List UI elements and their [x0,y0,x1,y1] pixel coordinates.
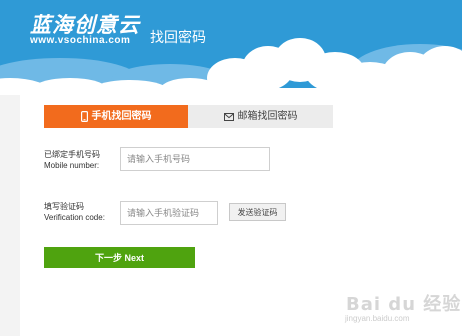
envelope-icon [223,112,234,121]
page-title: 找回密码 [150,29,206,45]
mobile-label-cn: 已绑定手机号码 [44,150,100,159]
code-label-en: Verification code: [44,213,105,222]
baidu-watermark-logo: Bai du 经验 [346,294,462,315]
site-url: www.vsochina.com [30,35,131,46]
verification-code-input[interactable] [120,201,218,225]
code-label-cn: 填写验证码 [44,202,84,211]
mobile-number-input[interactable] [120,147,270,171]
tab-label: 邮箱找回密码 [237,111,298,122]
send-code-button[interactable]: 发送验证码 [229,203,286,221]
tab-email-recovery[interactable]: 邮箱找回密码 [188,105,333,128]
mobile-label-en: Mobile number: [44,161,100,170]
baidu-watermark-text: jingyan.baidu.com [345,314,410,323]
next-button[interactable]: 下一步 Next [44,247,195,268]
tab-phone-recovery[interactable]: 手机找回密码 [44,105,188,128]
tab-label: 手机找回密码 [91,111,152,122]
phone-icon [80,111,88,122]
header-banner: 蓝海创意云 www.vsochina.com 找回密码 [0,0,462,95]
